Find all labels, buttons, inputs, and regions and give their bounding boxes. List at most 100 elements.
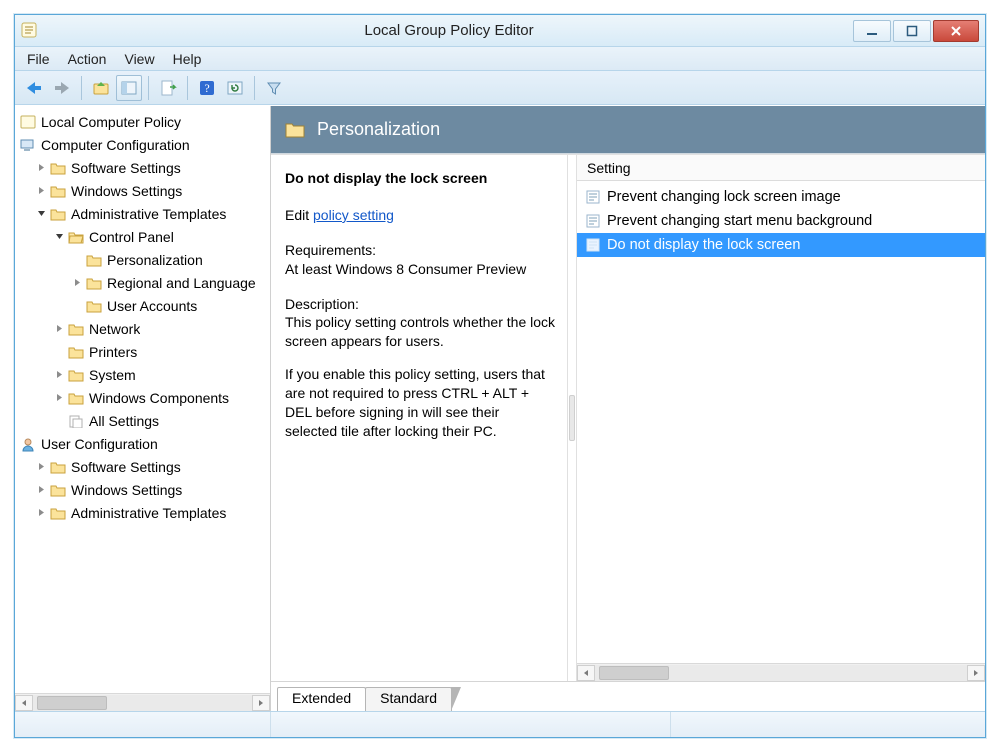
folder-icon	[85, 275, 103, 291]
titlebar[interactable]: Local Group Policy Editor	[15, 15, 985, 47]
setting-icon	[585, 189, 601, 205]
window-controls	[853, 20, 979, 42]
minimize-button[interactable]	[853, 20, 891, 42]
tree-computer-config[interactable]: Computer Configuration	[17, 133, 268, 156]
tree-network[interactable]: Network	[17, 317, 268, 340]
folder-icon	[85, 252, 103, 268]
tree-admin-templates[interactable]: Administrative Templates	[17, 202, 268, 225]
status-cell	[271, 712, 671, 737]
help-button[interactable]: ?	[194, 75, 220, 101]
folder-icon	[285, 121, 305, 139]
tab-standard[interactable]: Standard	[365, 687, 452, 711]
list-item-selected[interactable]: Do not display the lock screen	[577, 233, 985, 257]
tree-h-scrollbar[interactable]	[15, 693, 270, 711]
folder-icon	[67, 344, 85, 360]
expand-icon[interactable]	[53, 324, 65, 333]
description-text: This policy setting controls whether the…	[285, 313, 555, 351]
expand-icon[interactable]	[35, 508, 47, 517]
filter-button[interactable]	[261, 75, 287, 101]
menu-action[interactable]: Action	[68, 51, 107, 67]
computer-icon	[19, 137, 37, 153]
expand-icon[interactable]	[35, 462, 47, 471]
tree-regional[interactable]: Regional and Language	[17, 271, 268, 294]
tab-extended[interactable]: Extended	[277, 687, 366, 711]
tree-all-settings[interactable]: All Settings	[17, 409, 268, 432]
scroll-left-icon[interactable]	[577, 665, 595, 681]
show-hide-tree-button[interactable]	[116, 75, 142, 101]
status-cell	[671, 712, 985, 737]
collapse-icon[interactable]	[53, 232, 65, 241]
menu-view[interactable]: View	[124, 51, 154, 67]
tree-system[interactable]: System	[17, 363, 268, 386]
expand-icon[interactable]	[71, 278, 83, 287]
edit-line: Edit policy setting	[285, 206, 555, 225]
statusbar	[15, 711, 985, 737]
pane-title: Personalization	[317, 119, 440, 140]
tab-edge	[451, 687, 461, 711]
details-pane: Personalization Do not display the lock …	[271, 106, 985, 711]
folder-icon	[49, 183, 67, 199]
refresh-button[interactable]	[222, 75, 248, 101]
maximize-button[interactable]	[893, 20, 931, 42]
description-label: Description:	[285, 295, 555, 314]
menu-file[interactable]: File	[27, 51, 50, 67]
back-button[interactable]	[21, 75, 47, 101]
collapse-icon[interactable]	[35, 209, 47, 218]
splitter[interactable]	[567, 155, 577, 681]
policy-icon	[19, 114, 37, 130]
folder-icon	[67, 321, 85, 337]
folder-open-icon	[67, 229, 85, 245]
pane-header: Personalization	[271, 106, 985, 154]
tree-user-config[interactable]: User Configuration	[17, 432, 268, 455]
expand-icon[interactable]	[53, 393, 65, 402]
list-item[interactable]: Prevent changing start menu background	[577, 209, 985, 233]
folder-icon	[49, 482, 67, 498]
window-title: Local Group Policy Editor	[45, 22, 853, 39]
edit-label: Edit	[285, 207, 309, 223]
list-column-header[interactable]: Setting	[577, 155, 985, 181]
tree-user-accounts[interactable]: User Accounts	[17, 294, 268, 317]
selected-policy-name: Do not display the lock screen	[285, 169, 555, 188]
settings-icon	[67, 413, 85, 429]
scroll-right-icon[interactable]	[252, 695, 270, 711]
list-item-label: Prevent changing lock screen image	[607, 189, 841, 205]
setting-icon	[585, 237, 601, 253]
requirements-text: At least Windows 8 Consumer Preview	[285, 260, 555, 279]
expand-icon[interactable]	[53, 370, 65, 379]
tree-u-windows-settings[interactable]: Windows Settings	[17, 478, 268, 501]
tree-control-panel[interactable]: Control Panel	[17, 225, 268, 248]
tree-u-software-settings[interactable]: Software Settings	[17, 455, 268, 478]
close-button[interactable]	[933, 20, 979, 42]
pane-body: Do not display the lock screen Edit poli…	[271, 154, 985, 681]
description-text-2: If you enable this policy setting, users…	[285, 365, 555, 441]
status-cell	[15, 712, 271, 737]
expand-icon[interactable]	[35, 485, 47, 494]
tree-printers[interactable]: Printers	[17, 340, 268, 363]
tree-windows-settings[interactable]: Windows Settings	[17, 179, 268, 202]
forward-button[interactable]	[49, 75, 75, 101]
tree-software-settings[interactable]: Software Settings	[17, 156, 268, 179]
scroll-right-icon[interactable]	[967, 665, 985, 681]
edit-policy-link[interactable]: policy setting	[313, 207, 394, 223]
settings-list[interactable]: Prevent changing lock screen image Preve…	[577, 181, 985, 681]
settings-list-pane: Setting Prevent changing lock screen ima…	[577, 155, 985, 681]
menu-help[interactable]: Help	[173, 51, 202, 67]
list-h-scrollbar[interactable]	[577, 663, 985, 681]
tree-body[interactable]: Local Computer Policy Computer Configura…	[15, 106, 270, 693]
list-item[interactable]: Prevent changing lock screen image	[577, 185, 985, 209]
tree-personalization[interactable]: Personalization	[17, 248, 268, 271]
tree-windows-components[interactable]: Windows Components	[17, 386, 268, 409]
up-button[interactable]	[88, 75, 114, 101]
svg-text:?: ?	[204, 81, 209, 95]
expand-icon[interactable]	[35, 186, 47, 195]
toolbar: ?	[15, 71, 985, 105]
list-item-label: Prevent changing start menu background	[607, 213, 872, 229]
export-button[interactable]	[155, 75, 181, 101]
toolbar-separator	[148, 76, 149, 100]
tree-u-admin-templates[interactable]: Administrative Templates	[17, 501, 268, 524]
app-icon	[21, 22, 39, 40]
folder-icon	[85, 298, 103, 314]
tree-root[interactable]: Local Computer Policy	[17, 110, 268, 133]
expand-icon[interactable]	[35, 163, 47, 172]
scroll-left-icon[interactable]	[15, 695, 33, 711]
